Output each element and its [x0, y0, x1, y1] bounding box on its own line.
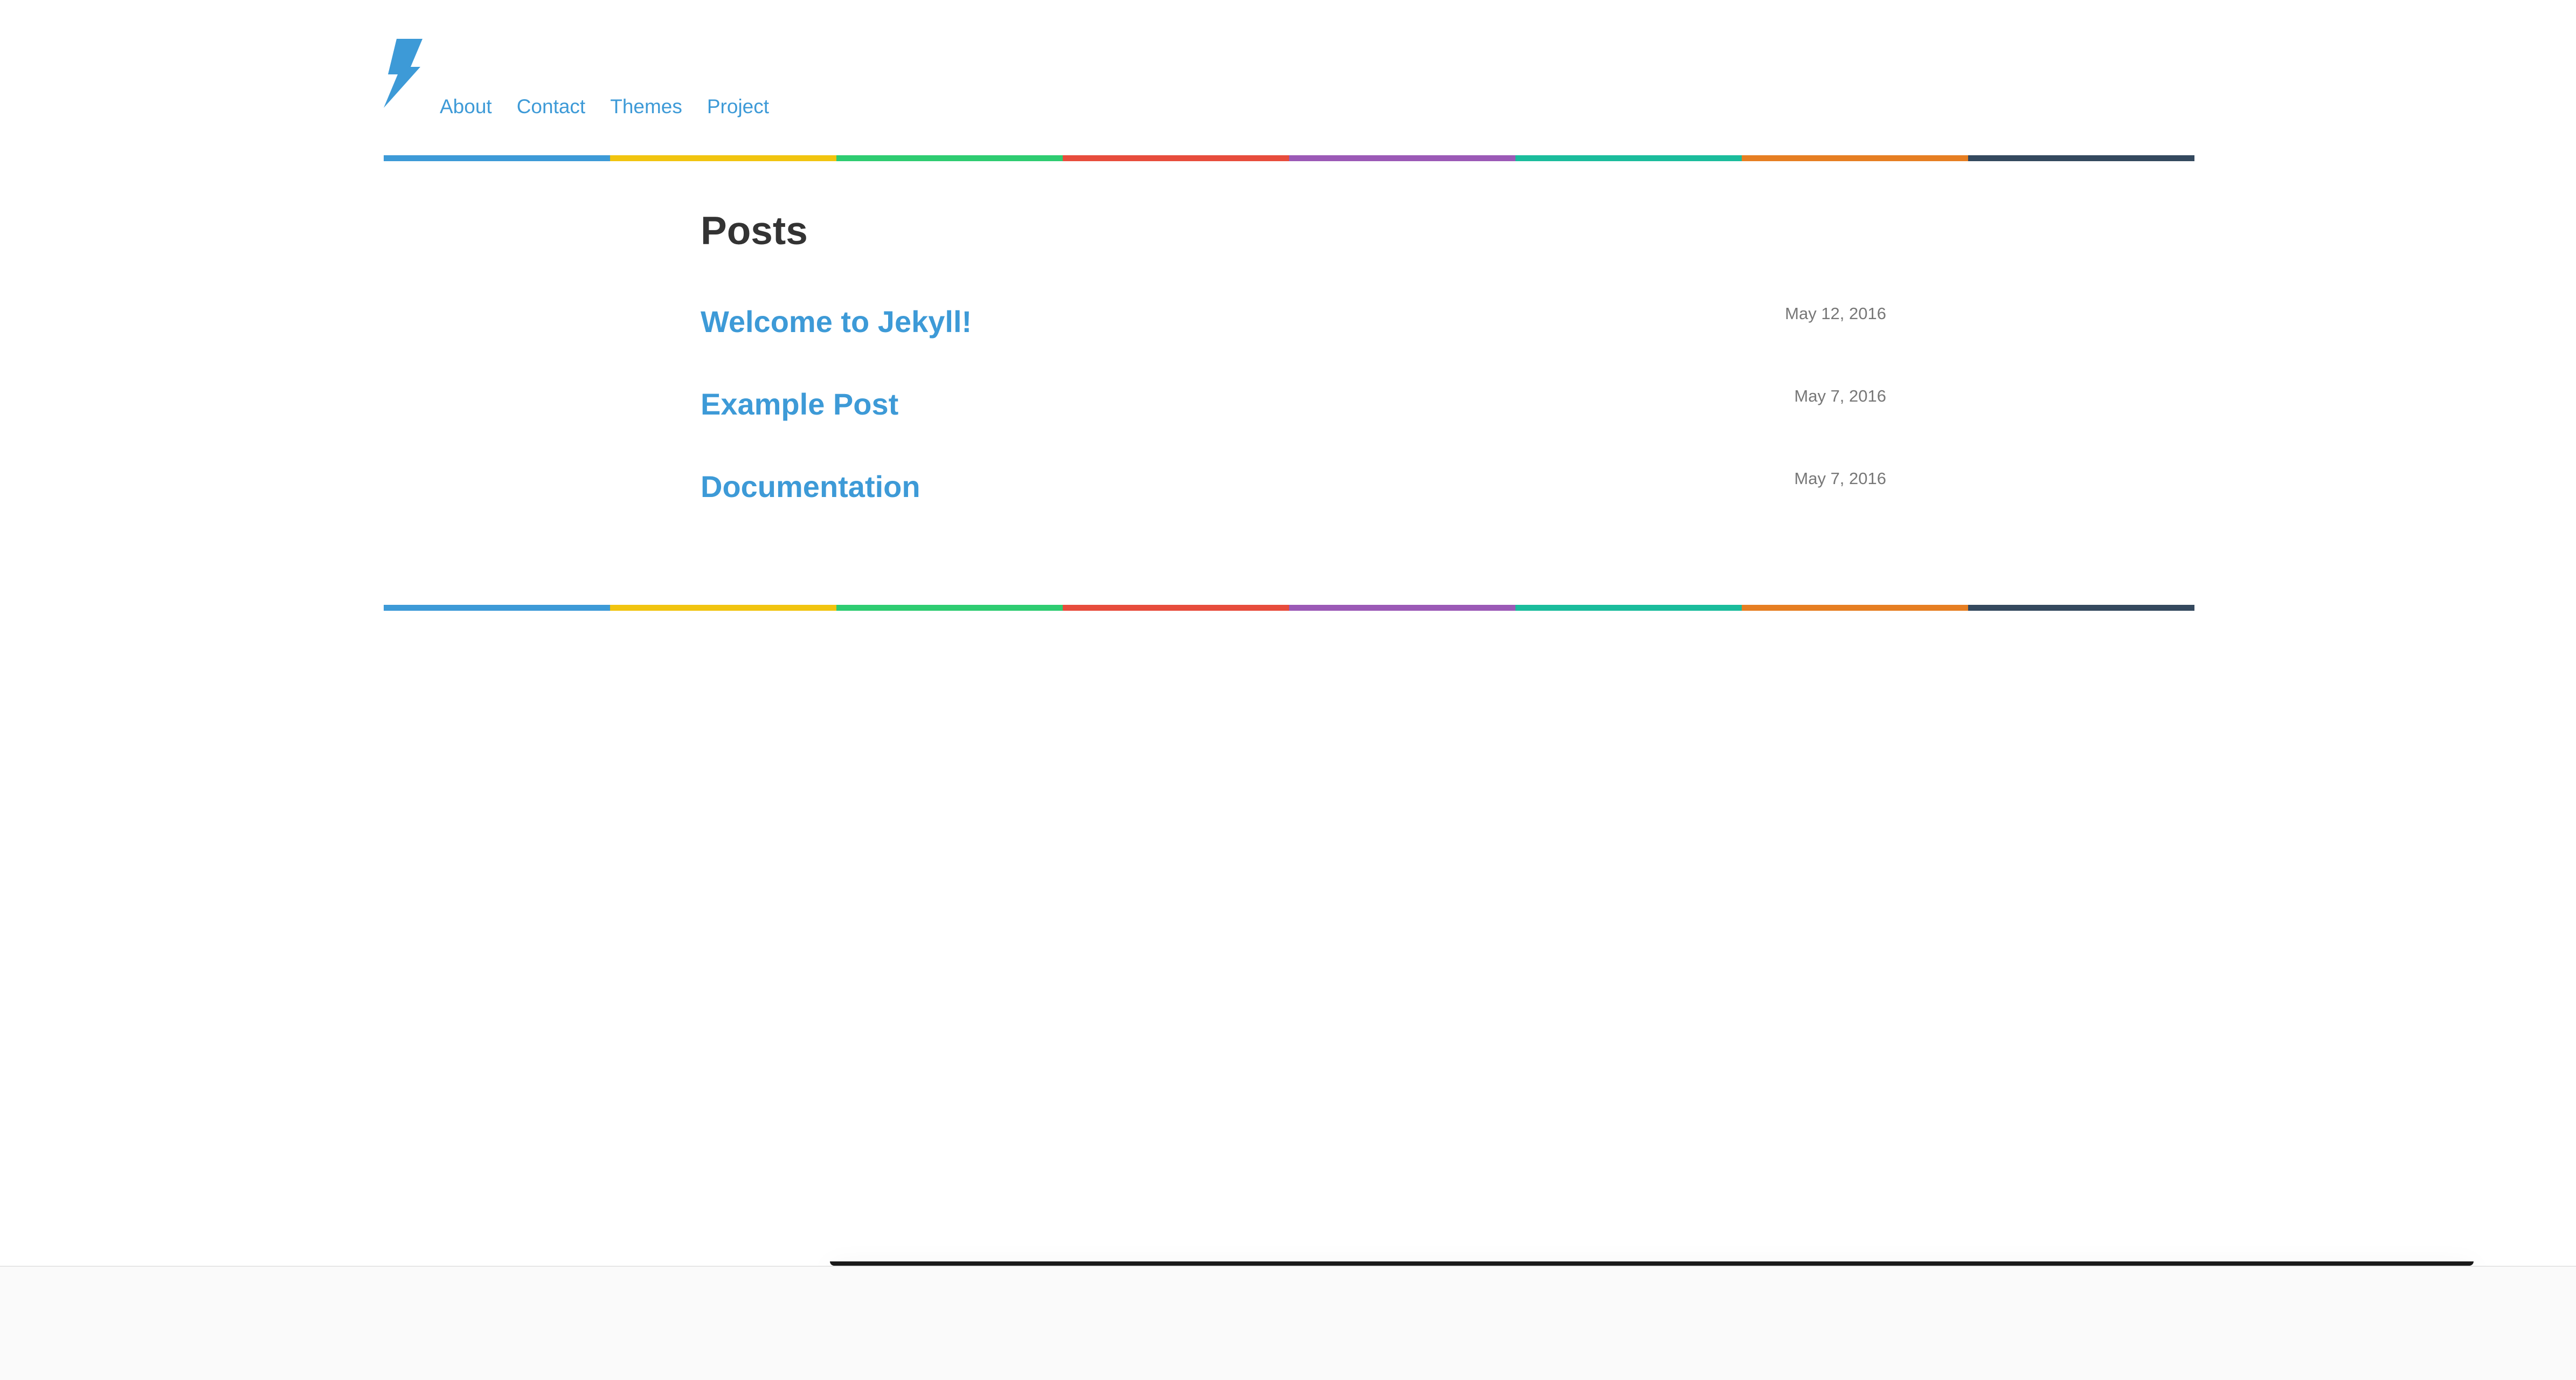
main-content: Posts Welcome to Jekyll! May 12, 2016 Ex…	[701, 207, 1886, 503]
rainbow-segment	[1063, 155, 1289, 161]
rainbow-segment	[1515, 605, 1742, 611]
page-title: Posts	[701, 209, 808, 253]
rainbow-segment	[1968, 605, 2194, 611]
post-link[interactable]: Welcome to Jekyll!	[701, 303, 972, 341]
rainbow-segment	[1289, 155, 1515, 161]
overlay-panel-edge	[830, 1261, 2474, 1266]
rainbow-segment	[1968, 155, 2194, 161]
nav-link-project[interactable]: Project	[707, 94, 769, 120]
masthead: About Contact Themes Project	[384, 0, 2194, 155]
rainbow-segment	[384, 155, 610, 161]
nav-link-contact[interactable]: Contact	[517, 94, 586, 120]
post-link[interactable]: Documentation	[701, 468, 920, 506]
page: About Contact Themes Project Posts Welco…	[0, 0, 2576, 1380]
rainbow-divider-top	[384, 155, 2194, 161]
post-date: May 12, 2016	[1785, 304, 1886, 323]
nav-link-about[interactable]: About	[440, 94, 492, 120]
rainbow-segment	[836, 605, 1063, 611]
lightning-bolt-icon[interactable]	[384, 39, 423, 108]
rainbow-segment	[384, 605, 610, 611]
site-container: About Contact Themes Project Posts Welco…	[384, 0, 2194, 611]
list-item: Welcome to Jekyll! May 12, 2016	[701, 303, 1886, 385]
main-nav: About Contact Themes Project	[440, 94, 769, 120]
rainbow-segment	[836, 155, 1063, 161]
rainbow-segment	[1063, 605, 1289, 611]
post-date: May 7, 2016	[1794, 387, 1886, 405]
post-list: Welcome to Jekyll! May 12, 2016 Example …	[701, 303, 1886, 550]
rainbow-segment	[1515, 155, 1742, 161]
rainbow-segment	[1742, 155, 1968, 161]
browser-bottom-area	[0, 1266, 2576, 1380]
rainbow-segment	[1742, 605, 1968, 611]
post-link[interactable]: Example Post	[701, 385, 898, 423]
rainbow-segment	[610, 155, 836, 161]
rainbow-segment	[1289, 605, 1515, 611]
rainbow-divider-bottom	[384, 605, 2194, 611]
rainbow-segment	[610, 605, 836, 611]
post-date: May 7, 2016	[1794, 469, 1886, 488]
list-item: Example Post May 7, 2016	[701, 385, 1886, 468]
list-item: Documentation May 7, 2016	[701, 468, 1886, 550]
nav-link-themes[interactable]: Themes	[610, 94, 682, 120]
